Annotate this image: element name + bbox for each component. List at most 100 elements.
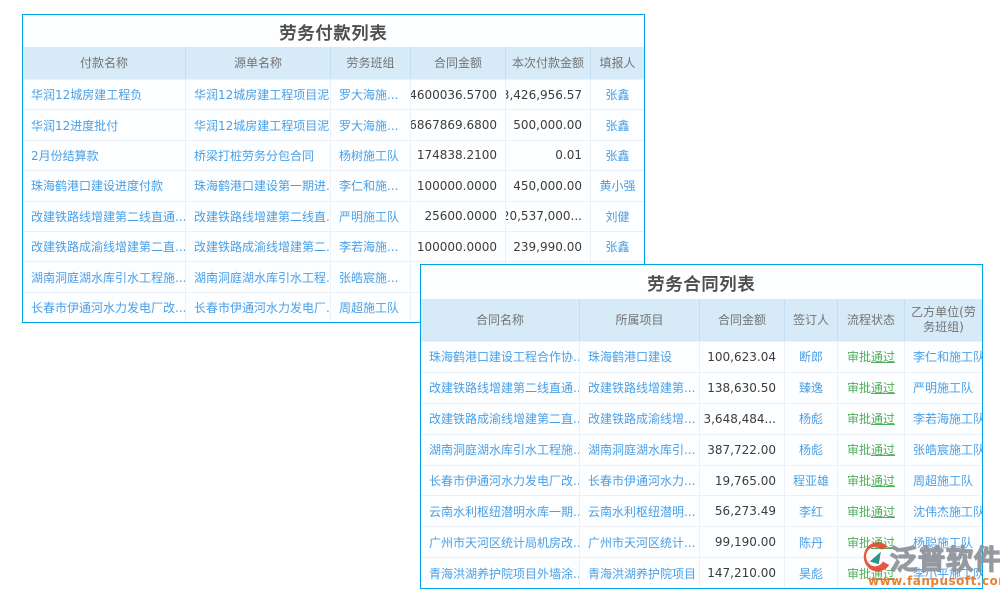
cell-contract_amount: 100000.0000 <box>411 170 506 200</box>
cell-contract_name[interactable]: 珠海鹤港口建设工程合作协... <box>421 341 580 372</box>
cell-flow_status[interactable]: 审批通过 <box>838 341 905 372</box>
cell-signer[interactable]: 杨彪 <box>785 403 838 434</box>
cell-contract_name[interactable]: 改建铁路成渝线增建第二直... <box>421 403 580 434</box>
watermark-brand-text: 泛普软件 <box>890 538 1000 577</box>
cell-contract_amount: 56,273.49 <box>700 495 785 526</box>
cell-source_name[interactable]: 华润12城房建工程项目泥... <box>186 109 331 139</box>
cell-labor_team[interactable]: 罗大海施... <box>331 79 411 109</box>
cell-contract_name[interactable]: 长春市伊通河水力发电厂改... <box>421 465 580 496</box>
cell-contract_amount: 3,648,484... <box>700 403 785 434</box>
cell-reporter[interactable]: 张鑫 <box>591 109 644 139</box>
cell-payment_name[interactable]: 改建铁路线增建第二线直通... <box>23 201 186 231</box>
cell-labor_team[interactable]: 李仁和施... <box>331 170 411 200</box>
cell-labor_team[interactable]: 周超施工队 <box>331 292 411 322</box>
cell-source_name[interactable]: 桥梁打桩劳务分包合同 <box>186 140 331 170</box>
cell-flow_status[interactable]: 审批通过 <box>838 403 905 434</box>
table-row: 改建铁路线增建第二线直通...改建铁路线增建第二线直...严明施工队25600.… <box>23 201 644 231</box>
cell-payment_name[interactable]: 珠海鹤港口建设进度付款 <box>23 170 186 200</box>
cell-source_name[interactable]: 珠海鹤港口建设第一期进... <box>186 170 331 200</box>
cell-party_b[interactable]: 沈伟杰施工队 <box>905 495 982 526</box>
cell-signer[interactable]: 臻逸 <box>785 372 838 403</box>
cell-project[interactable]: 广州市天河区统计... <box>580 526 700 557</box>
column-header-source_name: 源单名称 <box>186 47 331 79</box>
cell-contract_name[interactable]: 改建铁路线增建第二线直通... <box>421 372 580 403</box>
cell-labor_team[interactable]: 李若海施... <box>331 231 411 261</box>
cell-contract_amount: 138,630.50 <box>700 372 785 403</box>
cell-flow_status[interactable]: 审批通过 <box>838 434 905 465</box>
cell-reporter[interactable]: 张鑫 <box>591 79 644 109</box>
column-header-contract_amount: 合同金额 <box>700 299 785 341</box>
table-row: 珠海鹤港口建设进度付款珠海鹤港口建设第一期进...李仁和施...100000.0… <box>23 170 644 200</box>
cell-reporter[interactable]: 刘健 <box>591 201 644 231</box>
cell-labor_team[interactable]: 严明施工队 <box>331 201 411 231</box>
column-header-project: 所属项目 <box>580 299 700 341</box>
cell-contract_name[interactable]: 湖南洞庭湖水库引水工程施... <box>421 434 580 465</box>
cell-payment_name[interactable]: 华润12城房建工程负 <box>23 79 186 109</box>
payment-header-row: 付款名称源单名称劳务班组合同金额本次付款金额填报人 <box>23 47 644 79</box>
cell-project[interactable]: 云南水利枢纽潜明... <box>580 495 700 526</box>
cell-contract_name[interactable]: 广州市天河区统计局机房改... <box>421 526 580 557</box>
cell-project[interactable]: 改建铁路线增建第... <box>580 372 700 403</box>
cell-payment_amount: 20,537,000... <box>506 201 591 231</box>
cell-signer[interactable]: 程亚雄 <box>785 465 838 496</box>
cell-party_b[interactable]: 周超施工队 <box>905 465 982 496</box>
cell-source_name[interactable]: 湖南洞庭湖水库引水工程... <box>186 261 331 291</box>
cell-project[interactable]: 长春市伊通河水力... <box>580 465 700 496</box>
cell-party_b[interactable]: 严明施工队 <box>905 372 982 403</box>
cell-contract_amount: 100,623.04 <box>700 341 785 372</box>
cell-flow_status[interactable]: 审批通过 <box>838 495 905 526</box>
fanpu-logo-icon <box>862 542 890 577</box>
table-row: 长春市伊通河水力发电厂改...长春市伊通河水力...19,765.00程亚雄审批… <box>421 465 982 496</box>
cell-source_name[interactable]: 长春市伊通河水力发电厂... <box>186 292 331 322</box>
column-header-contract_name: 合同名称 <box>421 299 580 341</box>
cell-source_name[interactable]: 改建铁路线增建第二线直... <box>186 201 331 231</box>
cell-payment_name[interactable]: 华润12进度批付 <box>23 109 186 139</box>
table-row: 湖南洞庭湖水库引水工程施...湖南洞庭湖水库引...387,722.00杨彪审批… <box>421 434 982 465</box>
cell-payment_name[interactable]: 改建铁路成渝线增建第二直... <box>23 231 186 261</box>
cell-project[interactable]: 湖南洞庭湖水库引... <box>580 434 700 465</box>
cell-contract_amount: 4600036.5700 <box>411 79 506 109</box>
cell-contract_name[interactable]: 青海洪湖养护院项目外墙涂... <box>421 557 580 588</box>
column-header-labor_team: 劳务班组 <box>331 47 411 79</box>
cell-payment_name[interactable]: 湖南洞庭湖水库引水工程施... <box>23 261 186 291</box>
cell-reporter[interactable]: 黄小强 <box>591 170 644 200</box>
table-row: 云南水利枢纽潜明水库一期...云南水利枢纽潜明...56,273.49李红审批通… <box>421 495 982 526</box>
cell-signer[interactable]: 李红 <box>785 495 838 526</box>
column-header-signer: 签订人 <box>785 299 838 341</box>
cell-payment_name[interactable]: 长春市伊通河水力发电厂改... <box>23 292 186 322</box>
table-row: 改建铁路线增建第二线直通...改建铁路线增建第...138,630.50臻逸审批… <box>421 372 982 403</box>
cell-contract_name[interactable]: 云南水利枢纽潜明水库一期... <box>421 495 580 526</box>
cell-contract_amount: 147,210.00 <box>700 557 785 588</box>
column-header-payment_name: 付款名称 <box>23 47 186 79</box>
cell-contract_amount: 174838.2100 <box>411 140 506 170</box>
cell-payment_amount: 500,000.00 <box>506 109 591 139</box>
cell-party_b[interactable]: 张皓宸施工队 <box>905 434 982 465</box>
cell-signer[interactable]: 昊彪 <box>785 557 838 588</box>
cell-party_b[interactable]: 李若海施工队 <box>905 403 982 434</box>
cell-contract_amount: 100000.0000 <box>411 231 506 261</box>
column-header-payment_amount: 本次付款金额 <box>506 47 591 79</box>
cell-signer[interactable]: 断郎 <box>785 341 838 372</box>
cell-labor_team[interactable]: 杨树施工队 <box>331 140 411 170</box>
cell-project[interactable]: 珠海鹤港口建设 <box>580 341 700 372</box>
cell-labor_team[interactable]: 罗大海施... <box>331 109 411 139</box>
cell-source_name[interactable]: 改建铁路成渝线增建第二... <box>186 231 331 261</box>
cell-payment_amount: 0.01 <box>506 140 591 170</box>
cell-signer[interactable]: 杨彪 <box>785 434 838 465</box>
cell-project[interactable]: 改建铁路成渝线增... <box>580 403 700 434</box>
cell-payment_name[interactable]: 2月份结算款 <box>23 140 186 170</box>
cell-flow_status[interactable]: 审批通过 <box>838 465 905 496</box>
cell-contract_amount: 99,190.00 <box>700 526 785 557</box>
cell-labor_team[interactable]: 张皓宸施... <box>331 261 411 291</box>
cell-reporter[interactable]: 张鑫 <box>591 140 644 170</box>
contract-list-title: 劳务合同列表 <box>421 265 982 299</box>
cell-contract_amount: 19,765.00 <box>700 465 785 496</box>
cell-reporter[interactable]: 张鑫 <box>591 231 644 261</box>
cell-signer[interactable]: 陈丹 <box>785 526 838 557</box>
column-header-party_b: 乙方单位(劳务班组) <box>905 299 982 341</box>
cell-source_name[interactable]: 华润12城房建工程项目泥... <box>186 79 331 109</box>
watermark-url-text: www.fanpusoft.com <box>868 574 1000 588</box>
cell-project[interactable]: 青海洪湖养护院项目 <box>580 557 700 588</box>
cell-party_b[interactable]: 李仁和施工队 <box>905 341 982 372</box>
cell-flow_status[interactable]: 审批通过 <box>838 372 905 403</box>
